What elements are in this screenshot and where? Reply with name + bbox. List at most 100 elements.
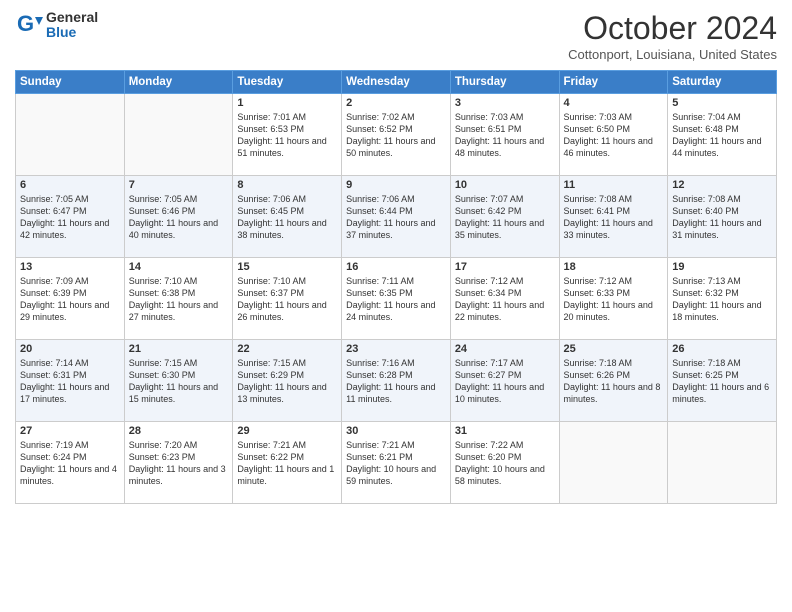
calendar-cell: [124, 94, 233, 176]
calendar-cell: [16, 94, 125, 176]
calendar-cell: 25 Sunrise: 7:18 AM Sunset: 6:26 PM Dayli…: [559, 340, 668, 422]
calendar-cell: 27 Sunrise: 7:19 AM Sunset: 6:24 PM Dayli…: [16, 422, 125, 504]
cell-info: Sunrise: 7:10 AM Sunset: 6:37 PM Dayligh…: [237, 275, 337, 324]
day-number: 1: [237, 97, 337, 109]
day-number: 28: [129, 425, 229, 437]
calendar-cell: 1 Sunrise: 7:01 AM Sunset: 6:53 PM Daylig…: [233, 94, 342, 176]
cell-info: Sunrise: 7:15 AM Sunset: 6:30 PM Dayligh…: [129, 357, 229, 406]
calendar-cell: 22Sunrise: 7:15 AM Sunset: 6:29 PM Dayli…: [233, 340, 342, 422]
day-number: 29: [237, 425, 337, 437]
cell-info: Sunrise: 7:18 AM Sunset: 6:25 PM Dayligh…: [672, 357, 772, 406]
calendar-cell: 29 Sunrise: 7:21 AM Sunset: 6:22 PM Dayli…: [233, 422, 342, 504]
cell-info: Sunrise: 7:15 AM Sunset: 6:29 PM Dayligh…: [237, 357, 337, 406]
day-number: 12: [672, 179, 772, 191]
calendar-week-row: 27 Sunrise: 7:19 AM Sunset: 6:24 PM Dayli…: [16, 422, 777, 504]
svg-text:G: G: [17, 11, 34, 36]
day-number: 20: [20, 343, 120, 355]
cell-info: Sunrise: 7:01 AM Sunset: 6:53 PM Dayligh…: [237, 111, 337, 160]
calendar-week-row: 13 Sunrise: 7:09 AM Sunset: 6:39 PM Dayli…: [16, 258, 777, 340]
calendar-week-row: 6 Sunrise: 7:05 AM Sunset: 6:47 PM Daylig…: [16, 176, 777, 258]
day-number: 9: [346, 179, 446, 191]
day-number: 17: [455, 261, 555, 273]
calendar-cell: 5 Sunrise: 7:04 AM Sunset: 6:48 PM Daylig…: [668, 94, 777, 176]
calendar-cell: 7Sunrise: 7:05 AM Sunset: 6:46 PM Daylig…: [124, 176, 233, 258]
calendar-cell: 28 Sunrise: 7:20 AM Sunset: 6:23 PM Dayli…: [124, 422, 233, 504]
cell-info: Sunrise: 7:21 AM Sunset: 6:21 PM Dayligh…: [346, 439, 446, 488]
calendar-cell: 21Sunrise: 7:15 AM Sunset: 6:30 PM Dayli…: [124, 340, 233, 422]
calendar-cell: 3Sunrise: 7:03 AM Sunset: 6:51 PM Daylig…: [450, 94, 559, 176]
calendar-cell: [559, 422, 668, 504]
cell-info: Sunrise: 7:14 AM Sunset: 6:31 PM Dayligh…: [20, 357, 120, 406]
calendar-cell: 12 Sunrise: 7:08 AM Sunset: 6:40 PM Dayli…: [668, 176, 777, 258]
day-number: 7: [129, 179, 229, 191]
calendar-cell: 11 Sunrise: 7:08 AM Sunset: 6:41 PM Dayli…: [559, 176, 668, 258]
calendar-week-row: 1 Sunrise: 7:01 AM Sunset: 6:53 PM Daylig…: [16, 94, 777, 176]
cell-info: Sunrise: 7:18 AM Sunset: 6:26 PM Dayligh…: [564, 357, 664, 406]
day-number: 23: [346, 343, 446, 355]
cell-info: Sunrise: 7:16 AM Sunset: 6:28 PM Dayligh…: [346, 357, 446, 406]
calendar-header-row: SundayMondayTuesdayWednesdayThursdayFrid…: [16, 71, 777, 94]
day-number: 14: [129, 261, 229, 273]
day-number: 18: [564, 261, 664, 273]
cell-info: Sunrise: 7:08 AM Sunset: 6:40 PM Dayligh…: [672, 193, 772, 242]
cell-info: Sunrise: 7:04 AM Sunset: 6:48 PM Dayligh…: [672, 111, 772, 160]
calendar-cell: 19Sunrise: 7:13 AM Sunset: 6:32 PM Dayli…: [668, 258, 777, 340]
calendar-cell: 2Sunrise: 7:02 AM Sunset: 6:52 PM Daylig…: [342, 94, 451, 176]
day-number: 30: [346, 425, 446, 437]
cell-info: Sunrise: 7:07 AM Sunset: 6:42 PM Dayligh…: [455, 193, 555, 242]
logo-blue: Blue: [46, 25, 98, 40]
calendar-cell: 23 Sunrise: 7:16 AM Sunset: 6:28 PM Dayli…: [342, 340, 451, 422]
day-number: 16: [346, 261, 446, 273]
day-number: 25: [564, 343, 664, 355]
logo: G General Blue: [15, 10, 98, 41]
month-title: October 2024: [568, 10, 777, 47]
cell-info: Sunrise: 7:20 AM Sunset: 6:23 PM Dayligh…: [129, 439, 229, 488]
cell-info: Sunrise: 7:22 AM Sunset: 6:20 PM Dayligh…: [455, 439, 555, 488]
cell-info: Sunrise: 7:17 AM Sunset: 6:27 PM Dayligh…: [455, 357, 555, 406]
day-number: 8: [237, 179, 337, 191]
cell-info: Sunrise: 7:10 AM Sunset: 6:38 PM Dayligh…: [129, 275, 229, 324]
cell-info: Sunrise: 7:08 AM Sunset: 6:41 PM Dayligh…: [564, 193, 664, 242]
col-header-monday: Monday: [124, 71, 233, 94]
calendar-cell: 31Sunrise: 7:22 AM Sunset: 6:20 PM Dayli…: [450, 422, 559, 504]
cell-info: Sunrise: 7:19 AM Sunset: 6:24 PM Dayligh…: [20, 439, 120, 488]
calendar-cell: 24 Sunrise: 7:17 AM Sunset: 6:27 PM Dayli…: [450, 340, 559, 422]
col-header-friday: Friday: [559, 71, 668, 94]
calendar-cell: [668, 422, 777, 504]
cell-info: Sunrise: 7:05 AM Sunset: 6:47 PM Dayligh…: [20, 193, 120, 242]
col-header-thursday: Thursday: [450, 71, 559, 94]
col-header-saturday: Saturday: [668, 71, 777, 94]
calendar-cell: 18 Sunrise: 7:12 AM Sunset: 6:33 PM Dayli…: [559, 258, 668, 340]
day-number: 2: [346, 97, 446, 109]
calendar-cell: 10 Sunrise: 7:07 AM Sunset: 6:42 PM Dayli…: [450, 176, 559, 258]
cell-info: Sunrise: 7:12 AM Sunset: 6:33 PM Dayligh…: [564, 275, 664, 324]
day-number: 11: [564, 179, 664, 191]
logo-general: General: [46, 10, 98, 25]
cell-info: Sunrise: 7:06 AM Sunset: 6:44 PM Dayligh…: [346, 193, 446, 242]
cell-info: Sunrise: 7:21 AM Sunset: 6:22 PM Dayligh…: [237, 439, 337, 488]
day-number: 6: [20, 179, 120, 191]
day-number: 10: [455, 179, 555, 191]
location: Cottonport, Louisiana, United States: [568, 47, 777, 62]
col-header-tuesday: Tuesday: [233, 71, 342, 94]
calendar-cell: 30 Sunrise: 7:21 AM Sunset: 6:21 PM Dayli…: [342, 422, 451, 504]
calendar-week-row: 20 Sunrise: 7:14 AM Sunset: 6:31 PM Dayli…: [16, 340, 777, 422]
cell-info: Sunrise: 7:09 AM Sunset: 6:39 PM Dayligh…: [20, 275, 120, 324]
calendar-cell: 8 Sunrise: 7:06 AM Sunset: 6:45 PM Daylig…: [233, 176, 342, 258]
calendar-cell: 6 Sunrise: 7:05 AM Sunset: 6:47 PM Daylig…: [16, 176, 125, 258]
cell-info: Sunrise: 7:06 AM Sunset: 6:45 PM Dayligh…: [237, 193, 337, 242]
cell-info: Sunrise: 7:03 AM Sunset: 6:50 PM Dayligh…: [564, 111, 664, 160]
calendar-cell: 26Sunrise: 7:18 AM Sunset: 6:25 PM Dayli…: [668, 340, 777, 422]
calendar-cell: 20 Sunrise: 7:14 AM Sunset: 6:31 PM Dayli…: [16, 340, 125, 422]
calendar-cell: 13 Sunrise: 7:09 AM Sunset: 6:39 PM Dayli…: [16, 258, 125, 340]
day-number: 13: [20, 261, 120, 273]
day-number: 5: [672, 97, 772, 109]
calendar-cell: 16Sunrise: 7:11 AM Sunset: 6:35 PM Dayli…: [342, 258, 451, 340]
cell-info: Sunrise: 7:13 AM Sunset: 6:32 PM Dayligh…: [672, 275, 772, 324]
cell-info: Sunrise: 7:03 AM Sunset: 6:51 PM Dayligh…: [455, 111, 555, 160]
calendar-cell: 14 Sunrise: 7:10 AM Sunset: 6:38 PM Dayli…: [124, 258, 233, 340]
col-header-sunday: Sunday: [16, 71, 125, 94]
day-number: 24: [455, 343, 555, 355]
day-number: 15: [237, 261, 337, 273]
day-number: 27: [20, 425, 120, 437]
